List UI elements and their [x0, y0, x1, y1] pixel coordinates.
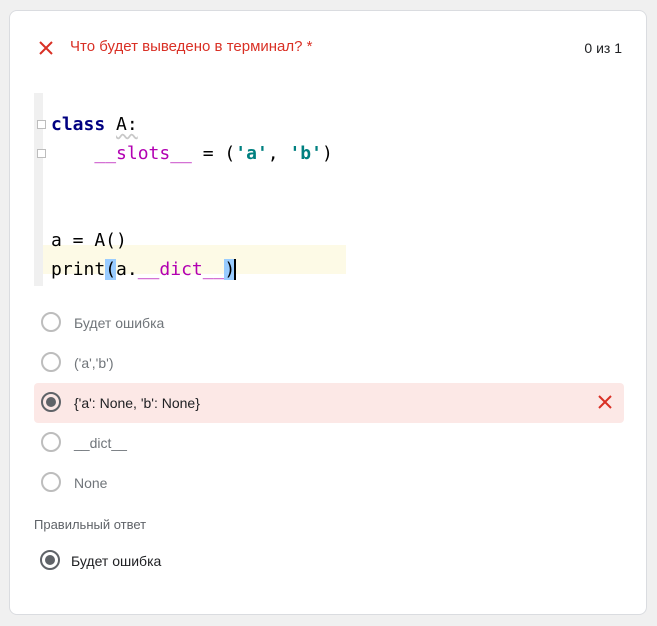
question-card: Что будет выведено в терминал? * 0 из 1 …	[9, 10, 647, 615]
radio-button[interactable]	[41, 472, 61, 492]
option-label: {'a': None, 'b': None}	[74, 395, 200, 411]
option-5[interactable]: None	[34, 463, 624, 503]
option-label: ('a','b')	[74, 355, 114, 371]
correct-answer: Будет ошибка	[34, 541, 624, 581]
question-header: Что будет выведено в терминал? * 0 из 1	[10, 11, 646, 81]
fold-marker-icon	[37, 120, 46, 129]
radio-button[interactable]	[41, 312, 61, 332]
code-line-1: class A:	[51, 114, 138, 135]
radio-button-selected	[40, 550, 60, 570]
radio-button[interactable]	[41, 352, 61, 372]
radio-button[interactable]	[41, 432, 61, 452]
option-label: __dict__	[74, 435, 127, 451]
option-label: Будет ошибка	[74, 315, 165, 331]
code-image: class A: __slots__ = ('a', 'b') a = A() …	[34, 93, 354, 286]
question-title: Что будет выведено в терминал? *	[70, 38, 313, 55]
incorrect-icon	[39, 41, 53, 55]
code-line-2: __slots__ = ('a', 'b')	[94, 143, 333, 164]
option-4[interactable]: __dict__	[34, 423, 624, 463]
option-2[interactable]: ('a','b')	[34, 343, 624, 383]
fold-marker-icon	[37, 149, 46, 158]
option-1[interactable]: Будет ошибка	[34, 303, 624, 343]
wrong-answer-icon	[598, 395, 612, 409]
option-3-selected[interactable]: {'a': None, 'b': None}	[34, 383, 624, 423]
score-label: 0 из 1	[584, 40, 622, 56]
option-label: None	[74, 475, 108, 491]
code-line-6: print(a.__dict__)	[51, 259, 237, 280]
correct-answer-label: Будет ошибка	[71, 553, 162, 569]
radio-button-selected[interactable]	[41, 392, 61, 412]
code-line-5: a = A()	[51, 230, 127, 251]
correct-answer-title: Правильный ответ	[34, 517, 147, 532]
